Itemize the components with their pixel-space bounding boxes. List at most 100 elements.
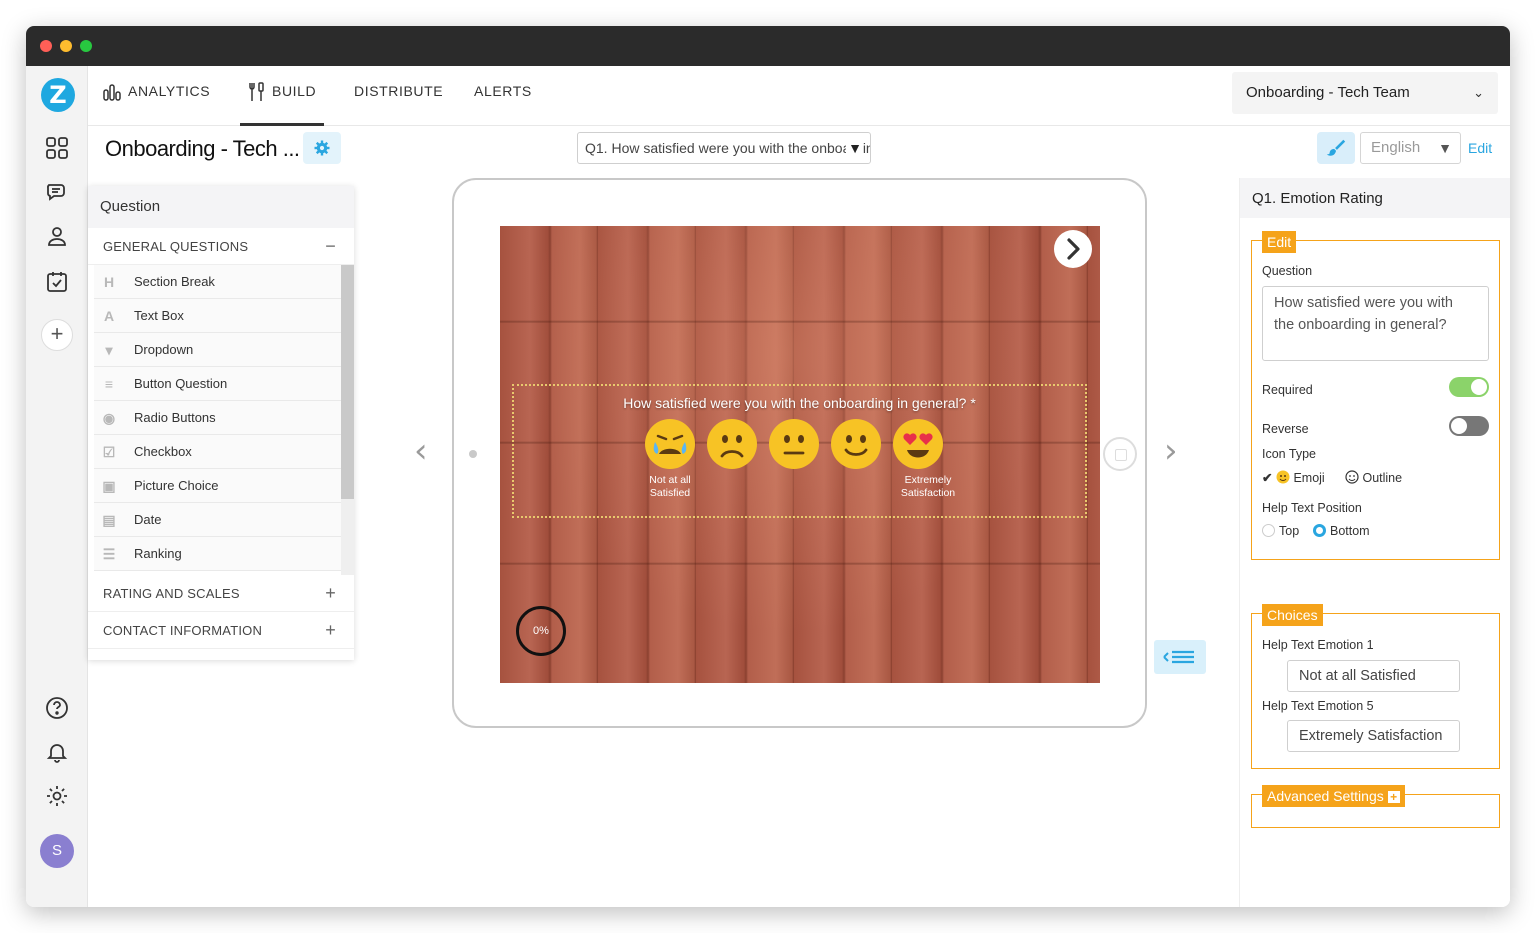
list-item-label: Ranking bbox=[134, 546, 182, 561]
advanced-settings-label: Advanced Settings bbox=[1267, 788, 1384, 804]
close-window-button[interactable] bbox=[40, 40, 52, 52]
survey-preview-screen: How satisfied were you with the onboardi… bbox=[500, 226, 1100, 683]
tab-alerts[interactable]: ALERTS bbox=[474, 66, 532, 126]
question-type-checkbox[interactable]: ☑ Checkbox bbox=[94, 435, 341, 469]
tablet-preview: How satisfied were you with the onboardi… bbox=[452, 178, 1147, 728]
next-arrow-icon[interactable]: › bbox=[1164, 431, 1178, 471]
list-item-label: Dropdown bbox=[134, 342, 194, 357]
question-panel-title: Question bbox=[88, 186, 354, 228]
advanced-settings-section: Advanced Settings + bbox=[1251, 785, 1500, 828]
outline-emoji-icon bbox=[1345, 470, 1359, 484]
collapse-icon[interactable]: − bbox=[325, 228, 336, 265]
toggle-knob bbox=[1451, 418, 1467, 434]
question-type-radio[interactable]: ◉ Radio Buttons bbox=[94, 401, 341, 435]
gear-icon bbox=[314, 140, 330, 156]
expand-icon[interactable]: + bbox=[325, 612, 336, 649]
survey-title: Onboarding - Tech ... bbox=[105, 136, 300, 161]
choices-section: Choices Help Text Emotion 1 Not at all S… bbox=[1251, 604, 1500, 769]
project-select-value: Onboarding - Tech Team bbox=[1246, 84, 1410, 101]
advanced-settings-toggle[interactable]: Advanced Settings + bbox=[1262, 785, 1405, 807]
dashboard-icon[interactable] bbox=[45, 136, 69, 160]
contact-information-label: CONTACT INFORMATION bbox=[103, 623, 263, 638]
list-item-label: Section Break bbox=[134, 274, 215, 289]
app-logo[interactable]: Z bbox=[41, 78, 75, 112]
editor-title: Q1. Emotion Rating bbox=[1240, 178, 1510, 218]
next-question-button[interactable] bbox=[1054, 230, 1092, 268]
user-icon[interactable] bbox=[45, 224, 69, 248]
bell-icon[interactable] bbox=[45, 740, 69, 764]
tab-build[interactable]: BUILD bbox=[239, 66, 325, 126]
position-bottom-option[interactable]: Bottom bbox=[1313, 524, 1370, 538]
calendar-icon: ▤ bbox=[102, 512, 116, 528]
question-type-text-box[interactable]: A Text Box bbox=[94, 299, 341, 333]
chevron-right-icon bbox=[1067, 238, 1080, 260]
preview-help-left: Not at all Satisfied bbox=[649, 474, 691, 499]
question-list-scrollbar[interactable] bbox=[341, 265, 354, 575]
contact-information-section[interactable]: CONTACT INFORMATION + bbox=[88, 612, 354, 649]
sad-emoji-icon[interactable] bbox=[706, 418, 758, 470]
question-type-ranking[interactable]: ☰ Ranking bbox=[94, 537, 341, 571]
preview-question-text: How satisfied were you with the onboardi… bbox=[623, 395, 976, 411]
question-type-date[interactable]: ▤ Date bbox=[94, 503, 341, 537]
project-select[interactable]: Onboarding - Tech Team ⌄ bbox=[1232, 72, 1498, 114]
help-text-emotion-5-input[interactable]: Extremely Satisfaction bbox=[1287, 720, 1460, 752]
heart-eyes-emoji-icon[interactable] bbox=[892, 418, 944, 470]
question-block[interactable]: How satisfied were you with the onboardi… bbox=[512, 384, 1087, 518]
chevron-down-icon: ▼ bbox=[846, 133, 862, 163]
tab-distribute[interactable]: DISTRIBUTE bbox=[354, 66, 443, 126]
crying-emoji-icon[interactable] bbox=[644, 418, 696, 470]
icon-outline-label: Outline bbox=[1362, 471, 1403, 485]
survey-settings-button[interactable] bbox=[303, 132, 341, 164]
list-item-label: Text Box bbox=[134, 308, 184, 323]
app-window: Z + S ANALYTICS BUILD DISTRIBUTE ALERTS … bbox=[26, 26, 1510, 907]
minimize-window-button[interactable] bbox=[60, 40, 72, 52]
calendar-check-icon[interactable] bbox=[45, 270, 69, 294]
question-label: Question bbox=[1262, 264, 1313, 278]
language-select-value: English bbox=[1371, 139, 1421, 156]
previous-arrow-icon[interactable]: ‹ bbox=[414, 431, 428, 471]
language-select[interactable]: English ▼ bbox=[1360, 132, 1461, 164]
question-type-dropdown[interactable]: ▾ Dropdown bbox=[94, 333, 341, 367]
help-text-emotion-1-input[interactable]: Not at all Satisfied bbox=[1287, 660, 1460, 692]
maximize-window-button[interactable] bbox=[80, 40, 92, 52]
help-icon[interactable] bbox=[45, 696, 69, 720]
expand-icon[interactable]: + bbox=[325, 575, 336, 612]
position-top-option[interactable]: Top bbox=[1262, 524, 1299, 538]
edit-language-link[interactable]: Edit bbox=[1468, 140, 1492, 156]
avatar[interactable]: S bbox=[40, 834, 74, 868]
question-select[interactable]: Q1. How satisfied were you with the onbo… bbox=[577, 132, 871, 164]
picture-icon: ▣ bbox=[102, 478, 116, 494]
chat-icon[interactable] bbox=[45, 180, 69, 204]
icon-type-outline-option[interactable]: Outline bbox=[1345, 470, 1402, 485]
question-type-picture-choice[interactable]: ▣ Picture Choice bbox=[94, 469, 341, 503]
scrollbar-thumb[interactable] bbox=[341, 265, 354, 499]
settings-icon[interactable] bbox=[45, 784, 69, 808]
chevron-down-icon: ▼ bbox=[1438, 140, 1452, 156]
icon-type-emoji-option[interactable]: ✔ Emoji bbox=[1262, 470, 1325, 485]
question-type-button[interactable]: ≡ Button Question bbox=[94, 367, 341, 401]
rating-scales-section[interactable]: RATING AND SCALES + bbox=[88, 575, 354, 612]
collapse-panel-button[interactable] bbox=[1154, 640, 1206, 674]
add-icon[interactable]: + bbox=[41, 319, 73, 351]
choices-legend: Choices bbox=[1262, 604, 1323, 626]
position-top-label: Top bbox=[1279, 524, 1300, 538]
question-type-section-break[interactable]: H Section Break bbox=[94, 265, 341, 299]
required-toggle[interactable] bbox=[1449, 377, 1489, 397]
rating-scales-label: RATING AND SCALES bbox=[103, 586, 240, 601]
smile-emoji-icon[interactable] bbox=[830, 418, 882, 470]
neutral-emoji-icon[interactable] bbox=[768, 418, 820, 470]
tab-analytics[interactable]: ANALYTICS bbox=[102, 66, 210, 126]
left-rail: Z + S bbox=[26, 66, 88, 907]
question-type-list: H Section Break A Text Box ▾ Dropdown ≡ Butt… bbox=[88, 265, 354, 575]
help1-label: Help Text Emotion 1 bbox=[1262, 638, 1374, 652]
theme-brush-button[interactable] bbox=[1317, 132, 1355, 164]
edit-legend: Edit bbox=[1262, 231, 1297, 253]
question-textarea[interactable]: How satisfied were you with the onboardi… bbox=[1262, 286, 1489, 361]
checkbox-icon: ☑ bbox=[102, 444, 116, 460]
reverse-toggle[interactable] bbox=[1449, 416, 1489, 436]
icon-emoji-label: Emoji bbox=[1293, 471, 1325, 485]
brush-icon bbox=[1326, 139, 1346, 156]
tab-build-label: BUILD bbox=[272, 83, 317, 99]
general-questions-section[interactable]: GENERAL QUESTIONS − bbox=[88, 228, 354, 265]
tab-distribute-label: DISTRIBUTE bbox=[354, 83, 444, 99]
